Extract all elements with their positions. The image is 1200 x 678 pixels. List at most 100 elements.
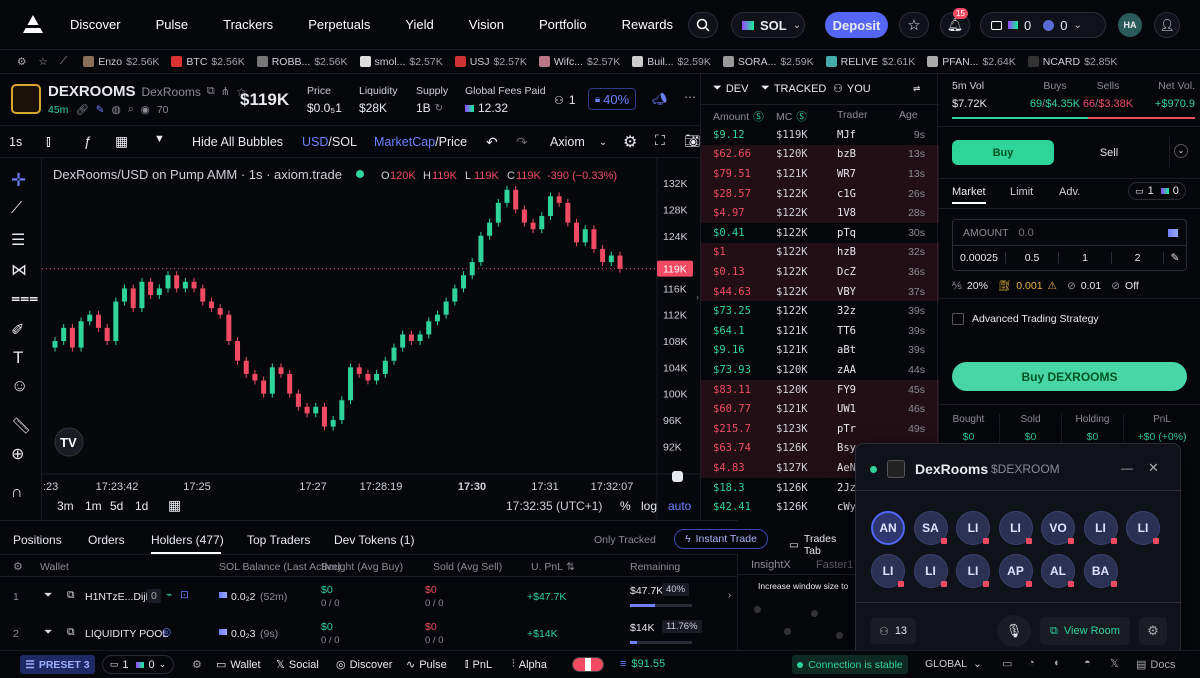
candles-icon[interactable]: ⫾	[46, 133, 51, 150]
preset-button[interactable]: ☰ PRESET 3	[20, 655, 95, 674]
trade-trader[interactable]: cWy	[837, 501, 856, 513]
member-avatar[interactable]: SA	[913, 511, 948, 545]
faster-tab[interactable]: Faster1	[816, 559, 853, 571]
hide-bubbles-button[interactable]: Hide All Bubbles	[192, 135, 283, 149]
candle[interactable]	[130, 288, 136, 309]
dev-filter[interactable]: DEV	[726, 83, 749, 95]
candle[interactable]	[269, 367, 275, 394]
top-traders-tab[interactable]: Top Traders	[247, 533, 310, 547]
candle[interactable]	[182, 281, 188, 289]
price-chart[interactable]: DexRooms/USD on Pump AMM · 1s · axiom.tr…	[0, 158, 700, 520]
ticker-item[interactable]: PFAN... $2.64K	[927, 56, 1016, 68]
nav-perpetuals[interactable]: Perpetuals	[308, 0, 370, 50]
only-tracked-toggle[interactable]: Only Tracked	[594, 534, 656, 546]
trade-trader[interactable]: c1G	[837, 188, 856, 200]
range-button-1m[interactable]: 1m	[85, 499, 102, 513]
collapse-icon[interactable]: ›	[696, 292, 699, 302]
x-icon[interactable]: 𝕏	[1110, 657, 1119, 670]
table-row[interactable]: 2 ⏷ ⧉ LIQUIDITY POOL ◎ 0.0₂3 (9s) $0 0 / 0 $0 0 / …	[0, 614, 738, 651]
candle[interactable]	[104, 327, 110, 342]
trade-row[interactable]: $9.16 $121K aBt 39s	[701, 341, 939, 361]
settings-icon[interactable]: ⚙	[623, 132, 637, 152]
quick-amount-2[interactable]: 0.5	[1006, 252, 1059, 264]
brush-icon[interactable]: ✐	[11, 320, 24, 340]
trade-trader[interactable]: AeN	[837, 462, 856, 474]
footer-pulse[interactable]: ∿ Pulse	[406, 658, 447, 672]
member-avatar[interactable]: AP	[998, 554, 1033, 588]
megaphone-icon[interactable]: 📣︎	[652, 92, 667, 106]
age-col[interactable]: Age	[899, 109, 918, 121]
candle[interactable]	[113, 301, 119, 342]
candle[interactable]	[617, 255, 623, 269]
chart-icon[interactable]: ⟋	[60, 55, 67, 68]
member-avatar[interactable]: LI	[956, 511, 990, 545]
chevron-down-icon[interactable]: ⌄	[1174, 144, 1188, 158]
candle[interactable]	[243, 360, 249, 374]
undo-icon[interactable]: ↶	[486, 134, 498, 151]
expand-icon[interactable]: ›	[728, 590, 731, 601]
trade-trader[interactable]: pTr	[837, 423, 856, 435]
candle[interactable]	[461, 275, 467, 289]
chevron-down-icon[interactable]: ▼	[154, 133, 165, 145]
candle[interactable]	[287, 373, 293, 394]
layout-icon[interactable]: ▦	[115, 133, 128, 150]
candle[interactable]	[313, 406, 319, 414]
filter-icon[interactable]: ⏷	[44, 626, 52, 639]
fib-icon[interactable]: ☰	[11, 230, 25, 250]
sort-icon[interactable]: ⇅	[566, 561, 575, 573]
range-button-5d[interactable]: 5d	[110, 499, 123, 513]
calendar-icon[interactable]: ▦	[168, 497, 181, 513]
currency-toggle[interactable]: USD / SOL	[302, 135, 357, 149]
col-bought[interactable]: Bought (Avg Buy)	[321, 561, 403, 573]
search-icon[interactable]: ⌕	[128, 103, 134, 116]
more-icon[interactable]: ⋯	[684, 90, 696, 104]
search-button[interactable]	[688, 12, 718, 38]
docs-link[interactable]: ▤ Docs	[1136, 658, 1175, 672]
candle[interactable]	[278, 367, 284, 374]
candle[interactable]	[295, 393, 301, 407]
candle[interactable]	[408, 334, 414, 342]
layout-icon[interactable]: ▭	[1002, 657, 1012, 670]
mc-price-toggle[interactable]: MarketCap / Price	[374, 135, 467, 149]
trade-trader[interactable]: DcZ	[837, 266, 856, 278]
connection-status[interactable]: Connection is stable	[792, 655, 908, 674]
member-avatar[interactable]: LI	[913, 554, 948, 588]
magnet-icon[interactable]: ∩	[11, 484, 23, 502]
candle[interactable]	[443, 301, 449, 315]
trade-trader[interactable]: aBt	[837, 344, 856, 356]
sol-option[interactable]: SOL	[332, 135, 357, 149]
member-avatar[interactable]: LI	[1126, 511, 1160, 545]
text-icon[interactable]: T	[13, 348, 23, 368]
trade-row[interactable]: $28.57 $122K c1G 26s	[701, 183, 939, 204]
deposit-button[interactable]: Deposit	[825, 12, 888, 38]
trade-row[interactable]: $60.77 $121K UW1 46s	[701, 399, 939, 419]
external-link-icon[interactable]: ⧉	[67, 626, 75, 639]
nav-vision[interactable]: Vision	[469, 0, 504, 50]
ticker-item[interactable]: RELIVE $2.61K	[825, 56, 915, 68]
candle[interactable]	[600, 248, 606, 263]
minimize-icon[interactable]: —	[1121, 461, 1133, 475]
ticker-item[interactable]: NCARD $2.85K	[1027, 56, 1117, 68]
candle[interactable]	[69, 327, 75, 348]
sliders-icon[interactable]: ⇌	[913, 81, 920, 95]
trade-trader[interactable]: zAA	[837, 364, 856, 376]
candle[interactable]	[52, 341, 58, 348]
col-upnl[interactable]: U. PnL	[531, 561, 563, 573]
quick-amount-1[interactable]: 0.00025	[953, 252, 1006, 264]
scale-%[interactable]: %	[620, 499, 631, 513]
candle[interactable]	[400, 334, 406, 348]
candle[interactable]	[417, 334, 423, 342]
region-select[interactable]: GLOBAL ⌄	[925, 658, 982, 670]
filter-icon[interactable]: ⏷	[44, 589, 52, 602]
trade-row[interactable]: $9.12 $119K MJf 9s	[701, 125, 939, 145]
range-button-1d[interactable]: 1d	[135, 499, 148, 513]
view-room-button[interactable]: ⧉ View Room	[1040, 617, 1130, 645]
ticker-item[interactable]: Enzo $2.56K	[83, 56, 159, 68]
ruler-icon[interactable]: 📏︎	[11, 416, 31, 436]
limit-tab[interactable]: Limit	[1010, 186, 1033, 198]
trade-row[interactable]: $1 $122K hzB 32s	[701, 242, 939, 263]
amount-input[interactable]	[1018, 226, 1149, 239]
trade-trader[interactable]: hzB	[837, 246, 856, 258]
palette-icon[interactable]: ◐	[1054, 657, 1061, 669]
settings-icon[interactable]: ⚙	[192, 658, 202, 671]
